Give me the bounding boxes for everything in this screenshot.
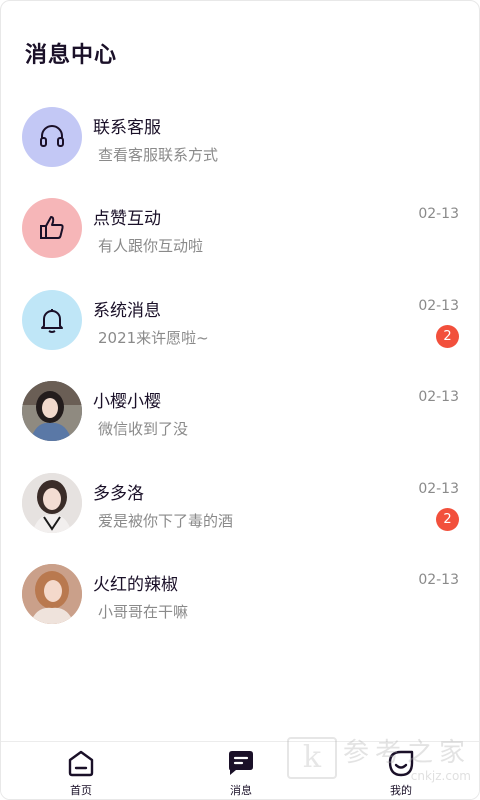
list-item-likes[interactable]: 点赞互动 有人跟你互动啦 02-13 bbox=[1, 196, 479, 287]
unread-badge: 2 bbox=[436, 507, 459, 531]
headset-icon bbox=[40, 125, 64, 147]
conversation-preview: 爱是被你下了毒的酒 bbox=[98, 511, 234, 530]
user-photo bbox=[22, 381, 82, 442]
chat-bubble-icon bbox=[229, 751, 253, 775]
conversation-time: 02-13 bbox=[418, 480, 459, 497]
conversation-name: 多多洛 bbox=[93, 483, 144, 504]
conversation-time: 02-13 bbox=[418, 571, 459, 588]
tab-home[interactable]: 首页 bbox=[41, 748, 121, 798]
list-item-system-messages[interactable]: 系统消息 2021来许愿啦~ 02-13 2 bbox=[1, 288, 479, 379]
list-item-customer-service[interactable]: 联系客服 查看客服联系方式 bbox=[1, 105, 479, 196]
tab-profile-label: 我的 bbox=[390, 784, 412, 797]
conversation-preview: 小哥哥在干嘛 bbox=[98, 602, 189, 621]
conversation-time: 02-13 bbox=[418, 206, 459, 223]
list-item-chat[interactable]: 火红的辣椒 小哥哥在干嘛 02-13 bbox=[1, 562, 479, 653]
conversation-time: 02-13 bbox=[418, 297, 459, 314]
conversation-preview: 有人跟你互动啦 bbox=[98, 237, 204, 256]
app-screen: 消息中心 联系客服 查看客服联系方式 点赞互动 有人跟你互动啦 02-13 系统… bbox=[0, 0, 480, 800]
unread-badge: 2 bbox=[436, 324, 459, 348]
list-item-chat[interactable]: 小樱小樱 微信收到了没 02-13 bbox=[1, 379, 479, 470]
watermark-text: 参考之家 bbox=[342, 738, 471, 768]
avatar bbox=[22, 472, 82, 533]
avatar bbox=[22, 563, 82, 624]
conversation-time: 02-13 bbox=[418, 389, 459, 406]
watermark-url: cnkjz.com bbox=[410, 769, 471, 783]
conversation-name: 点赞互动 bbox=[93, 209, 161, 230]
watermark: k 参考之家 cnkjz.com bbox=[286, 732, 471, 783]
conversation-list: 联系客服 查看客服联系方式 点赞互动 有人跟你互动啦 02-13 系统消息 20… bbox=[1, 105, 479, 653]
avatar bbox=[22, 289, 82, 350]
bell-icon bbox=[41, 308, 63, 333]
user-photo bbox=[22, 563, 82, 624]
tab-messages[interactable]: 消息 bbox=[201, 748, 281, 798]
watermark-logo: k bbox=[286, 736, 337, 779]
tab-messages-label: 消息 bbox=[230, 784, 252, 797]
conversation-preview: 微信收到了没 bbox=[98, 420, 189, 439]
thumbs-up-icon bbox=[40, 216, 64, 240]
conversation-preview: 2021来许愿啦~ bbox=[98, 328, 209, 347]
avatar bbox=[22, 107, 82, 167]
avatar bbox=[22, 198, 82, 259]
page-title: 消息中心 bbox=[25, 43, 118, 68]
user-photo bbox=[22, 472, 82, 533]
conversation-name: 火红的辣椒 bbox=[93, 574, 178, 595]
list-item-chat[interactable]: 多多洛 爱是被你下了毒的酒 02-13 2 bbox=[1, 471, 479, 562]
avatar bbox=[22, 381, 82, 442]
conversation-name: 小樱小樱 bbox=[93, 392, 161, 413]
tab-home-label: 首页 bbox=[70, 784, 92, 797]
conversation-name: 联系客服 bbox=[93, 118, 161, 138]
home-icon bbox=[68, 750, 94, 777]
conversation-preview: 查看客服联系方式 bbox=[98, 146, 219, 164]
conversation-name: 系统消息 bbox=[93, 300, 161, 321]
